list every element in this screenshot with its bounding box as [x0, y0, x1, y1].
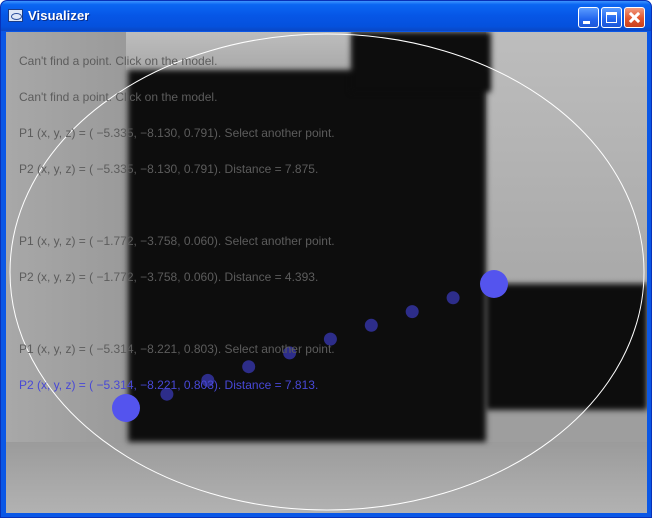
log-line: P2 (x, y, z) = ( −5.314, −8.221, 0.803).… — [19, 378, 319, 392]
path-dot — [446, 291, 460, 305]
log-line: P2 (x, y, z) = ( −5.335, −8.130, 0.791).… — [19, 162, 319, 176]
log-line: P1 (x, y, z) = ( −5.335, −8.130, 0.791).… — [19, 126, 335, 140]
endpoint-p2-marker[interactable] — [480, 270, 508, 298]
visualizer-window: Visualizer Can't find a point. Click on … — [0, 0, 652, 518]
title-bar[interactable]: Visualizer — [1, 1, 651, 31]
maximize-button[interactable] — [601, 7, 622, 28]
log-line: P1 (x, y, z) = ( −1.772, −3.758, 0.060).… — [19, 234, 335, 248]
minimize-icon — [583, 21, 590, 24]
close-icon — [625, 8, 644, 27]
path-dot — [364, 318, 378, 332]
log-line: Can't find a point. Click on the model. — [19, 90, 218, 104]
log-line: P2 (x, y, z) = ( −1.772, −3.758, 0.060).… — [19, 270, 319, 284]
window-title: Visualizer — [28, 8, 90, 23]
endpoint-p1-marker[interactable] — [112, 394, 140, 422]
close-button[interactable] — [624, 7, 645, 28]
log-line: Can't find a point. Click on the model. — [19, 54, 218, 68]
maximize-icon — [606, 12, 617, 23]
model-viewport[interactable]: Can't find a point. Click on the model. C… — [6, 32, 647, 513]
minimize-button[interactable] — [578, 7, 599, 28]
path-dot — [405, 305, 419, 319]
visualizer-app-icon[interactable] — [8, 9, 23, 22]
log-line: P1 (x, y, z) = ( −5.314, −8.221, 0.803).… — [19, 342, 335, 356]
path-dot — [242, 360, 256, 374]
